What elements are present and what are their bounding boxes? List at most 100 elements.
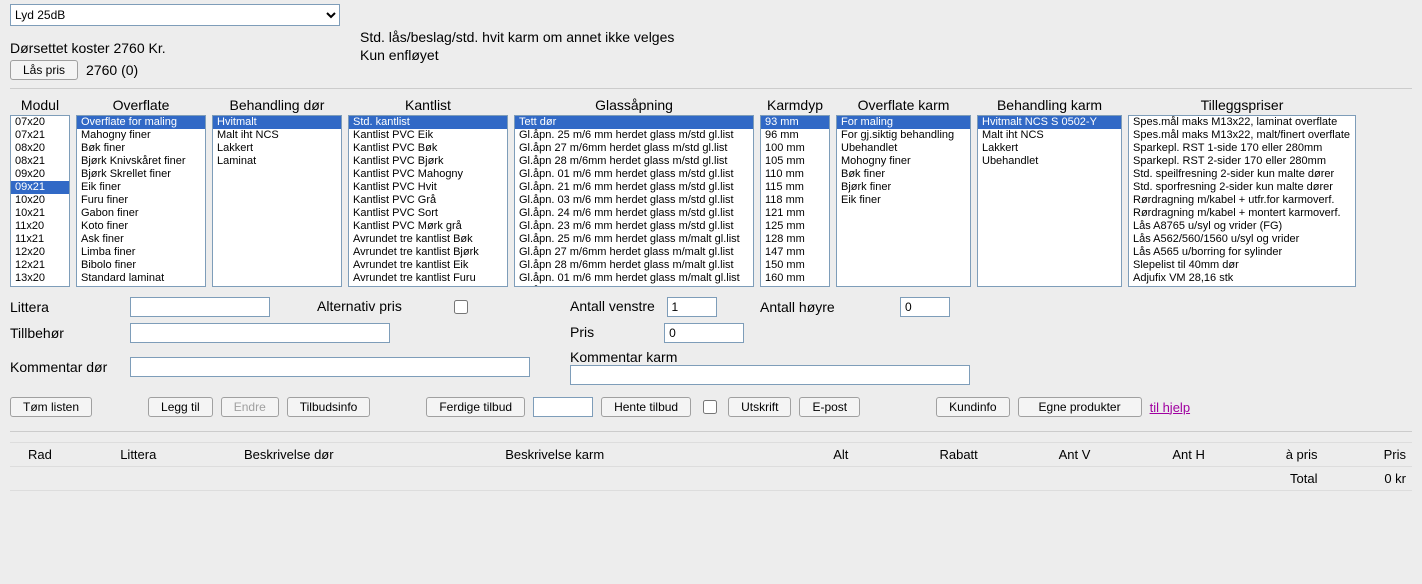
list-item[interactable]: Gl.åpn 28 m/6mm herdet glass m/std gl.li… bbox=[515, 155, 753, 168]
list-item[interactable]: 121 mm bbox=[761, 207, 829, 220]
beh_karm-listbox[interactable]: Hvitmalt NCS S 0502-YMalt iht NCSLakkert… bbox=[977, 115, 1122, 287]
anth-input[interactable] bbox=[900, 297, 950, 317]
list-item[interactable]: 07x20 bbox=[11, 116, 69, 129]
list-item[interactable]: Gl.åpn. 25 m/6 mm herdet glass m/malt gl… bbox=[515, 233, 753, 246]
list-item[interactable]: 105 mm bbox=[761, 155, 829, 168]
list-item[interactable]: Laminat bbox=[213, 155, 341, 168]
list-item[interactable]: Bøk finer bbox=[77, 142, 205, 155]
list-item[interactable]: Kantlist PVC Grå bbox=[349, 194, 507, 207]
list-item[interactable]: 160 mm bbox=[761, 272, 829, 285]
list-item[interactable]: Lakkert bbox=[213, 142, 341, 155]
list-item[interactable]: Rørdragning m/kabel + montert karmoverf. bbox=[1129, 207, 1355, 220]
list-item[interactable]: Hvitmalt NCS S 0502-Y bbox=[978, 116, 1121, 129]
list-item[interactable]: Slepelist til 40mm dør bbox=[1129, 259, 1355, 272]
komkarm-input[interactable] bbox=[570, 365, 970, 385]
over_karm-listbox[interactable]: For malingFor gj.siktig behandlingUbehan… bbox=[836, 115, 971, 287]
list-item[interactable]: Avrundet tre kantlist Bøk bbox=[349, 233, 507, 246]
product-dropdown[interactable]: Lyd 25dB bbox=[10, 4, 340, 26]
list-item[interactable]: Kantlist PVC Mørk grå bbox=[349, 220, 507, 233]
list-item[interactable]: Bjørk Skrellet finer bbox=[77, 168, 205, 181]
list-item[interactable]: Avrundet tre kantlist Eik bbox=[349, 259, 507, 272]
list-item[interactable]: Adjufix VM 28,16 stk bbox=[1129, 272, 1355, 285]
list-item[interactable]: 147 mm bbox=[761, 246, 829, 259]
list-item[interactable]: Overflate for maling bbox=[77, 116, 205, 129]
list-item[interactable]: 118 mm bbox=[761, 194, 829, 207]
list-item[interactable]: Kantlist PVC Eik bbox=[349, 129, 507, 142]
pris-input[interactable] bbox=[664, 323, 744, 343]
fetch-offer-button[interactable]: Hente tilbud bbox=[601, 397, 691, 417]
list-item[interactable]: Malt iht NCS bbox=[978, 129, 1121, 142]
list-item[interactable]: Sparkepl. RST 1-side 170 eller 280mm bbox=[1129, 142, 1355, 155]
list-item[interactable]: Kantlist PVC Bjørk bbox=[349, 155, 507, 168]
list-item[interactable]: 12x21 bbox=[11, 259, 69, 272]
list-item[interactable]: For gj.siktig behandling bbox=[837, 129, 970, 142]
list-item[interactable]: 100 mm bbox=[761, 142, 829, 155]
list-item[interactable]: 128 mm bbox=[761, 233, 829, 246]
offer-id-input[interactable] bbox=[533, 397, 593, 417]
list-item[interactable]: For maling bbox=[837, 116, 970, 129]
list-item[interactable]: Mahogny finer bbox=[77, 129, 205, 142]
list-item[interactable]: 11x20 bbox=[11, 220, 69, 233]
list-item[interactable]: 09x21 bbox=[11, 181, 69, 194]
print-button[interactable]: Utskrift bbox=[728, 397, 791, 417]
tillegg-listbox[interactable]: Spes.mål maks M13x22, laminat overflateS… bbox=[1128, 115, 1356, 287]
list-item[interactable]: Lakkert bbox=[978, 142, 1121, 155]
komdor-input[interactable] bbox=[130, 357, 530, 377]
list-item[interactable]: Spes.mål maks M13x22, malt/finert overfl… bbox=[1129, 129, 1355, 142]
list-item[interactable]: 13x20 bbox=[11, 272, 69, 285]
modul-listbox[interactable]: 07x2007x2108x2008x2109x2009x2110x2010x21… bbox=[10, 115, 70, 287]
list-item[interactable]: Mohogny finer bbox=[837, 155, 970, 168]
antv-input[interactable] bbox=[667, 297, 717, 317]
list-item[interactable]: Ubehandlet bbox=[978, 155, 1121, 168]
list-item[interactable]: Lås A562/560/1560 u/syl og vrider bbox=[1129, 233, 1355, 246]
list-item[interactable]: 115 mm bbox=[761, 181, 829, 194]
list-item[interactable]: Gl.åpn 27 m/6mm herdet glass m/malt gl.l… bbox=[515, 246, 753, 259]
email-button[interactable]: E-post bbox=[799, 397, 860, 417]
list-item[interactable]: 93 mm bbox=[761, 116, 829, 129]
overflate-listbox[interactable]: Overflate for malingMahogny finerBøk fin… bbox=[76, 115, 206, 287]
list-item[interactable]: Avrundet tre kantlist Bjørk bbox=[349, 246, 507, 259]
list-item[interactable]: Gl.åpn. 01 m/6 mm herdet glass m/std gl.… bbox=[515, 168, 753, 181]
beh_dor-listbox[interactable]: HvitmaltMalt iht NCSLakkertLaminat bbox=[212, 115, 342, 287]
list-item[interactable]: Ask finer bbox=[77, 233, 205, 246]
customer-info-button[interactable]: Kundinfo bbox=[936, 397, 1009, 417]
list-item[interactable]: 13x21 bbox=[11, 285, 69, 287]
list-item[interactable]: Bibolo finer bbox=[77, 259, 205, 272]
kantlist-listbox[interactable]: Std. kantlistKantlist PVC EikKantlist PV… bbox=[348, 115, 508, 287]
list-item[interactable]: Standard laminat bbox=[77, 272, 205, 285]
list-item[interactable]: Bøk finer bbox=[837, 168, 970, 181]
list-item[interactable]: Bjørk finer bbox=[837, 181, 970, 194]
list-item[interactable]: Kantlist PVC Bøk bbox=[349, 142, 507, 155]
list-item[interactable]: Gl.åpn 28 m/6mm herdet glass m/malt gl.l… bbox=[515, 259, 753, 272]
list-item[interactable]: 11x21 bbox=[11, 233, 69, 246]
list-item[interactable]: Gl.åpn. 21 m/6 mm herdet glass m/std gl.… bbox=[515, 181, 753, 194]
list-item[interactable]: Gl.åpn 27 m/6mm herdet glass m/std gl.li… bbox=[515, 142, 753, 155]
list-item[interactable]: Gabon finer bbox=[77, 207, 205, 220]
list-item[interactable]: Hvitmalt bbox=[213, 116, 341, 129]
list-item[interactable]: Rørdragning m/kabel + utfr.for karmoverf… bbox=[1129, 194, 1355, 207]
print-checkbox[interactable] bbox=[703, 400, 717, 414]
list-item[interactable]: 08x21 bbox=[11, 155, 69, 168]
list-item[interactable]: Ubehandlet bbox=[837, 142, 970, 155]
list-item[interactable]: Lås A565 u/borring for sylinder bbox=[1129, 246, 1355, 259]
list-item[interactable]: 170 mm bbox=[761, 285, 829, 287]
help-link[interactable]: til hjelp bbox=[1150, 400, 1190, 415]
list-item[interactable]: Koto finer bbox=[77, 220, 205, 233]
list-item[interactable]: Bjørk Knivskåret finer bbox=[77, 155, 205, 168]
list-item[interactable]: 110 mm bbox=[761, 168, 829, 181]
list-item[interactable]: Std. kantlist bbox=[349, 116, 507, 129]
list-item[interactable]: Malt iht NCS bbox=[213, 129, 341, 142]
list-item[interactable]: 96 mm bbox=[761, 129, 829, 142]
add-button[interactable]: Legg til bbox=[148, 397, 213, 417]
list-item[interactable]: Gl.åpn. 23 m/6 mm herdet glass m/std gl.… bbox=[515, 220, 753, 233]
tilbehor-input[interactable] bbox=[130, 323, 390, 343]
list-item[interactable]: Tett dør bbox=[515, 116, 753, 129]
list-item[interactable]: 12x20 bbox=[11, 246, 69, 259]
list-item[interactable]: Kantlist PVC Mahogny bbox=[349, 168, 507, 181]
list-item[interactable]: Eik finer bbox=[77, 181, 205, 194]
list-item[interactable]: Std. speilfresning 2-sider kun malte dør… bbox=[1129, 168, 1355, 181]
list-item[interactable]: Eik finer bbox=[837, 194, 970, 207]
list-item[interactable]: 07x21 bbox=[11, 129, 69, 142]
glass-listbox[interactable]: Tett dør Gl.åpn. 25 m/6 mm herdet glass m… bbox=[514, 115, 754, 287]
lock-price-button[interactable]: Lås pris bbox=[10, 60, 78, 80]
